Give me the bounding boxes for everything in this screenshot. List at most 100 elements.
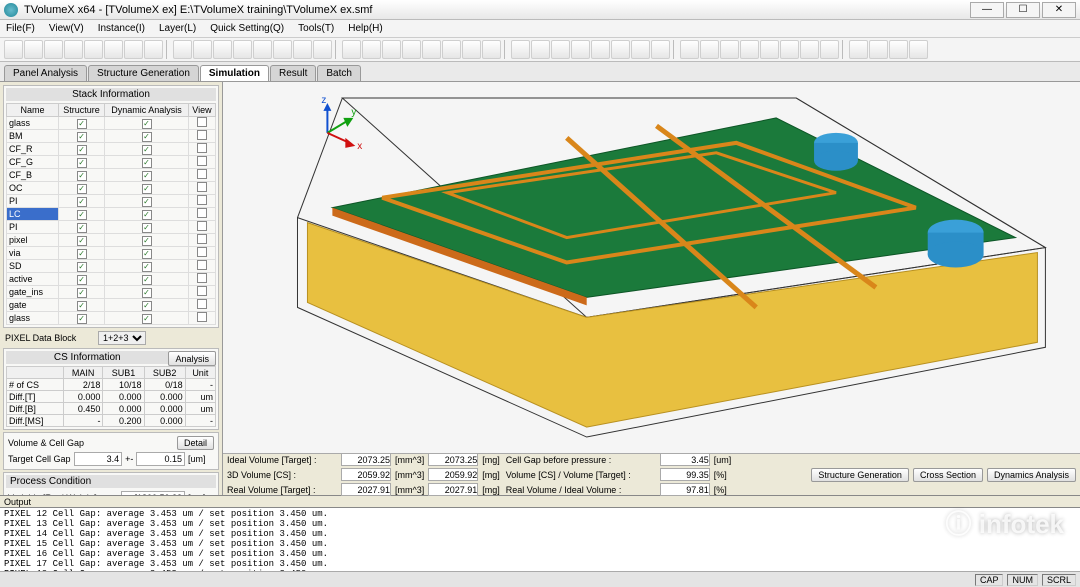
view-checkbox[interactable] <box>197 117 207 127</box>
toolbar-button-8[interactable] <box>173 40 192 59</box>
toolbar-button-18[interactable] <box>382 40 401 59</box>
stack-row-name[interactable]: CF_B <box>7 169 59 182</box>
toolbar-button-19[interactable] <box>402 40 421 59</box>
stack-row-name[interactable]: BM <box>7 130 59 143</box>
cross-section-button[interactable]: Cross Section <box>913 468 983 482</box>
toolbar-button-13[interactable] <box>273 40 292 59</box>
toolbar-button-42[interactable] <box>889 40 908 59</box>
toolbar-button-0[interactable] <box>4 40 23 59</box>
toolbar-button-36[interactable] <box>760 40 779 59</box>
dynamic-checkbox[interactable] <box>142 145 152 155</box>
structure-checkbox[interactable] <box>77 132 87 142</box>
structure-checkbox[interactable] <box>77 262 87 272</box>
menu-view[interactable]: View(V) <box>49 23 84 34</box>
stack-row-name[interactable]: pixel <box>7 234 59 247</box>
view-checkbox[interactable] <box>197 130 207 140</box>
dynamic-checkbox[interactable] <box>142 132 152 142</box>
structure-checkbox[interactable] <box>77 288 87 298</box>
3d-canvas[interactable]: z y x Ideal Volume [Target] :[mm^3][mg] … <box>223 82 1080 495</box>
dynamic-checkbox[interactable] <box>142 223 152 233</box>
toolbar-button-37[interactable] <box>780 40 799 59</box>
toolbar-button-12[interactable] <box>253 40 272 59</box>
pixel-block-select[interactable]: 1+2+3 <box>98 331 146 345</box>
stack-row-name[interactable]: glass <box>7 117 59 130</box>
toolbar-button-34[interactable] <box>720 40 739 59</box>
tab-structure-generation[interactable]: Structure Generation <box>88 65 199 81</box>
stack-row-name[interactable]: CF_G <box>7 156 59 169</box>
view-checkbox[interactable] <box>197 221 207 231</box>
analysis-button[interactable]: Analysis <box>168 351 216 366</box>
view-checkbox[interactable] <box>197 260 207 270</box>
var-input[interactable] <box>121 491 185 495</box>
dynamic-checkbox[interactable] <box>142 184 152 194</box>
dynamic-checkbox[interactable] <box>142 158 152 168</box>
dynamic-checkbox[interactable] <box>142 301 152 311</box>
structure-checkbox[interactable] <box>77 275 87 285</box>
toolbar-button-31[interactable] <box>651 40 670 59</box>
tab-result[interactable]: Result <box>270 65 316 81</box>
toolbar-button-25[interactable] <box>531 40 550 59</box>
structure-checkbox[interactable] <box>77 236 87 246</box>
target-cellgap-v2[interactable] <box>136 452 185 466</box>
stack-row-name[interactable]: LC <box>7 208 59 221</box>
stack-row-name[interactable]: active <box>7 273 59 286</box>
toolbar-button-7[interactable] <box>144 40 163 59</box>
minimize-button[interactable]: — <box>970 2 1004 18</box>
3d-viewport[interactable]: z y x <box>229 88 1074 447</box>
structure-checkbox[interactable] <box>77 301 87 311</box>
structure-checkbox[interactable] <box>77 210 87 220</box>
toolbar-button-40[interactable] <box>849 40 868 59</box>
stack-row-name[interactable]: gate_ins <box>7 286 59 299</box>
toolbar-button-41[interactable] <box>869 40 888 59</box>
view-checkbox[interactable] <box>197 234 207 244</box>
view-checkbox[interactable] <box>197 208 207 218</box>
menu-tools[interactable]: Tools(T) <box>298 23 334 34</box>
target-cellgap-v1[interactable] <box>74 452 123 466</box>
toolbar-button-9[interactable] <box>193 40 212 59</box>
view-checkbox[interactable] <box>197 247 207 257</box>
menu-layer[interactable]: Layer(L) <box>159 23 196 34</box>
view-checkbox[interactable] <box>197 299 207 309</box>
stack-row-name[interactable]: via <box>7 247 59 260</box>
menu-instance[interactable]: Instance(I) <box>98 23 145 34</box>
toolbar-button-3[interactable] <box>64 40 83 59</box>
toolbar-button-39[interactable] <box>820 40 839 59</box>
toolbar-button-10[interactable] <box>213 40 232 59</box>
dynamic-checkbox[interactable] <box>142 171 152 181</box>
dynamic-checkbox[interactable] <box>142 288 152 298</box>
dynamics-analysis-button[interactable]: Dynamics Analysis <box>987 468 1076 482</box>
toolbar-button-22[interactable] <box>462 40 481 59</box>
dynamic-checkbox[interactable] <box>142 236 152 246</box>
view-checkbox[interactable] <box>197 156 207 166</box>
structure-checkbox[interactable] <box>77 249 87 259</box>
dynamic-checkbox[interactable] <box>142 249 152 259</box>
dynamic-checkbox[interactable] <box>142 275 152 285</box>
structure-checkbox[interactable] <box>77 145 87 155</box>
toolbar-button-32[interactable] <box>680 40 699 59</box>
toolbar-button-11[interactable] <box>233 40 252 59</box>
stack-row-name[interactable]: glass <box>7 312 59 325</box>
stack-row-name[interactable]: CF_R <box>7 143 59 156</box>
structure-checkbox[interactable] <box>77 223 87 233</box>
tab-simulation[interactable]: Simulation <box>200 65 269 81</box>
toolbar-button-15[interactable] <box>313 40 332 59</box>
toolbar-button-21[interactable] <box>442 40 461 59</box>
toolbar-button-6[interactable] <box>124 40 143 59</box>
menu-help[interactable]: Help(H) <box>348 23 382 34</box>
view-checkbox[interactable] <box>197 182 207 192</box>
dynamic-checkbox[interactable] <box>142 210 152 220</box>
toolbar-button-35[interactable] <box>740 40 759 59</box>
toolbar-button-20[interactable] <box>422 40 441 59</box>
structure-checkbox[interactable] <box>77 119 87 129</box>
dynamic-checkbox[interactable] <box>142 197 152 207</box>
toolbar-button-1[interactable] <box>24 40 43 59</box>
toolbar-button-26[interactable] <box>551 40 570 59</box>
structure-checkbox[interactable] <box>77 197 87 207</box>
toolbar-button-23[interactable] <box>482 40 501 59</box>
maximize-button[interactable]: ☐ <box>1006 2 1040 18</box>
view-checkbox[interactable] <box>197 169 207 179</box>
toolbar-button-14[interactable] <box>293 40 312 59</box>
structure-checkbox[interactable] <box>77 158 87 168</box>
structure-checkbox[interactable] <box>77 184 87 194</box>
stack-row-name[interactable]: PI <box>7 221 59 234</box>
